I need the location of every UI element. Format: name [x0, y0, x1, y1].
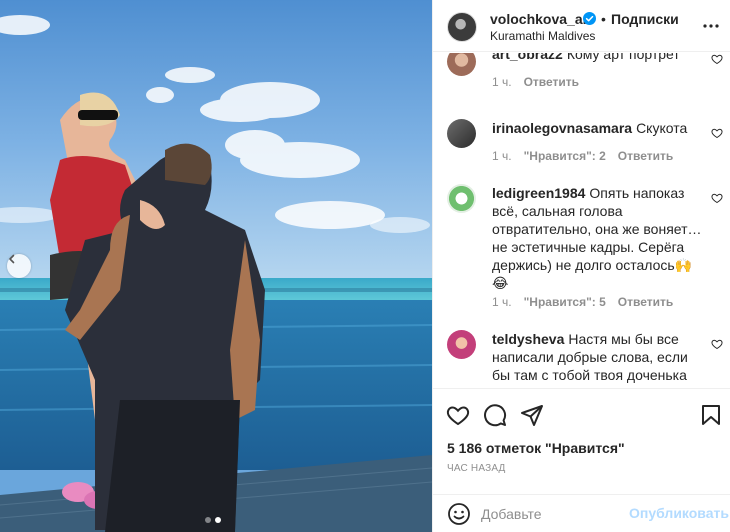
carousel-dot [205, 517, 211, 523]
avatar[interactable] [447, 330, 476, 359]
heart-icon[interactable] [711, 53, 723, 65]
follow-button[interactable]: Подписки [611, 11, 679, 27]
like-count[interactable]: 5 186 отметок "Нравится" [447, 440, 625, 456]
comment-time[interactable]: 1 ч. [492, 295, 512, 309]
comment-input[interactable] [481, 504, 621, 524]
publish-button[interactable]: Опубликовать [629, 505, 729, 521]
heart-icon[interactable] [711, 338, 723, 350]
comment-time[interactable]: 1 ч. [492, 149, 512, 163]
comment-item: ledigreen1984 Опять напоказ всё, сальная … [433, 184, 730, 314]
comment-username[interactable]: irinaolegovnasamara [492, 120, 632, 136]
post-header: volochkova_art • Подписки Kuramathi Mald… [433, 0, 730, 52]
emoji-icon[interactable] [447, 502, 471, 526]
comment-text: irinaolegovnasamara Скукота [492, 119, 704, 137]
heart-icon[interactable] [446, 403, 470, 427]
post-actions: 5 186 отметок "Нравится" ЧАС НАЗАД [433, 388, 730, 494]
more-options-icon[interactable] [701, 16, 721, 36]
comment-item: teldysheva Настя мы бы все написали добры… [433, 330, 730, 388]
comments-list[interactable]: art_obraz2 Кому арт портрет 1 ч. Ответить … [433, 53, 730, 388]
chevron-left-icon [9, 254, 15, 264]
comment-text: art_obraz2 Кому арт портрет [492, 53, 704, 63]
heart-icon[interactable] [711, 192, 723, 204]
comment-item: art_obraz2 Кому арт портрет 1 ч. Ответить [433, 53, 730, 105]
comment-meta: 1 ч. "Нравится": 2 Ответить [492, 149, 685, 163]
heart-icon[interactable] [711, 127, 723, 139]
comment-username[interactable]: art_obraz2 [492, 53, 563, 62]
reply-button[interactable]: Ответить [618, 149, 673, 163]
comment-body: Скукота [636, 120, 688, 136]
bookmark-icon[interactable] [699, 403, 723, 427]
header-separator: • [601, 11, 606, 27]
post-photo[interactable] [0, 0, 432, 532]
comment-body: Кому арт портрет [566, 53, 680, 62]
comment-time[interactable]: 1 ч. [492, 75, 512, 89]
comment-username[interactable]: ledigreen1984 [492, 185, 585, 201]
comment-icon[interactable] [483, 403, 507, 427]
carousel-prev-button[interactable] [7, 254, 31, 278]
post-location[interactable]: Kuramathi Maldives [490, 29, 595, 43]
avatar[interactable] [447, 119, 476, 148]
share-icon[interactable] [520, 403, 544, 427]
comment-text: ledigreen1984 Опять напоказ всё, сальная … [492, 184, 704, 292]
avatar[interactable] [447, 53, 476, 76]
avatar[interactable] [447, 12, 477, 42]
reply-button[interactable]: Ответить [524, 75, 579, 89]
carousel-dot-active [215, 517, 221, 523]
post-side-panel: volochkova_art • Подписки Kuramathi Mald… [432, 0, 730, 532]
comment-text: teldysheva Настя мы бы все написали добры… [492, 330, 704, 384]
comment-like-count[interactable]: "Нравится": 5 [524, 295, 606, 309]
post-time[interactable]: ЧАС НАЗАД [447, 463, 506, 474]
reply-button[interactable]: Ответить [618, 295, 673, 309]
verified-badge-icon [583, 12, 596, 25]
carousel-dots [205, 517, 221, 523]
comment-username[interactable]: teldysheva [492, 331, 564, 347]
post-username[interactable]: volochkova_art [490, 11, 593, 27]
comment-item: irinaolegovnasamara Скукота 1 ч. "Нравится… [433, 119, 730, 169]
comment-meta: 1 ч. Ответить [492, 75, 591, 89]
add-comment-bar: Опубликовать [433, 494, 730, 532]
avatar[interactable] [447, 184, 476, 213]
photo-image [0, 0, 432, 532]
comment-meta: 1 ч. "Нравится": 5 Ответить [492, 295, 685, 309]
comment-like-count[interactable]: "Нравится": 2 [524, 149, 606, 163]
